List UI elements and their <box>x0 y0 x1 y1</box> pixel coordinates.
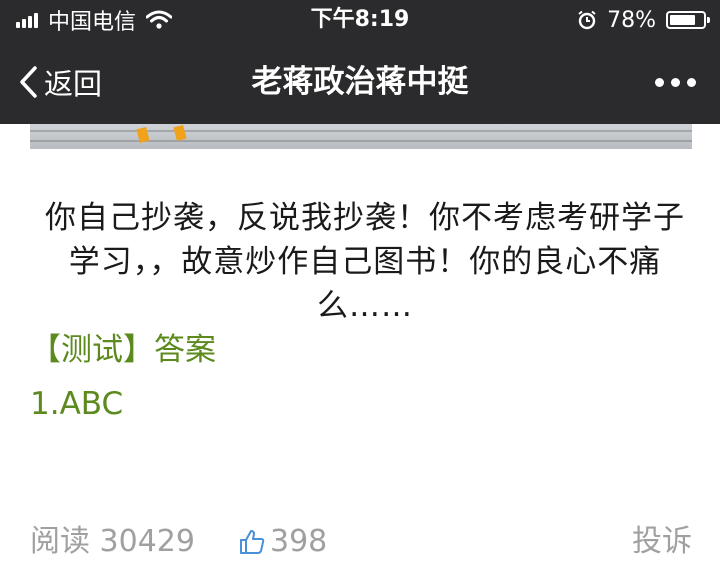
answer-line: 1.ABC <box>30 386 124 422</box>
like-button[interactable]: 398 <box>238 520 327 564</box>
article-image <box>30 124 692 149</box>
battery-percent: 78% <box>607 7 656 33</box>
battery-fill <box>670 15 695 25</box>
more-dot-icon <box>655 77 664 87</box>
read-count: 阅读 30429 <box>30 524 195 559</box>
more-dot-icon <box>671 77 680 87</box>
page-title: 老蒋政治蒋中挺 <box>251 64 469 100</box>
alarm-clock-icon <box>578 10 596 30</box>
status-right: 78% <box>577 0 710 40</box>
article-footer: 阅读 30429 398 投诉 <box>30 520 692 564</box>
battery-icon <box>666 11 710 29</box>
chevron-left-icon <box>20 66 37 98</box>
answer-title: 【测试】答案 <box>30 332 216 368</box>
back-button[interactable]: 返回 <box>18 40 102 124</box>
article-body: 你自己抄袭，反说我抄袭！你不考虑考研学子学习，，故意炒作自己图书！你的良心不痛么… <box>45 200 685 324</box>
status-bar: 中国电信 下午8:19 78% <box>0 0 720 40</box>
battery-tip <box>707 17 710 23</box>
thumbs-up-icon <box>240 530 265 554</box>
back-label: 返回 <box>44 67 103 101</box>
more-options-button[interactable] <box>655 40 696 124</box>
more-dot-icon <box>687 77 696 87</box>
report-link[interactable]: 投诉 <box>632 520 692 564</box>
like-count: 398 <box>270 524 328 559</box>
nav-bar: 返回 老蒋政治蒋中挺 <box>0 40 720 124</box>
